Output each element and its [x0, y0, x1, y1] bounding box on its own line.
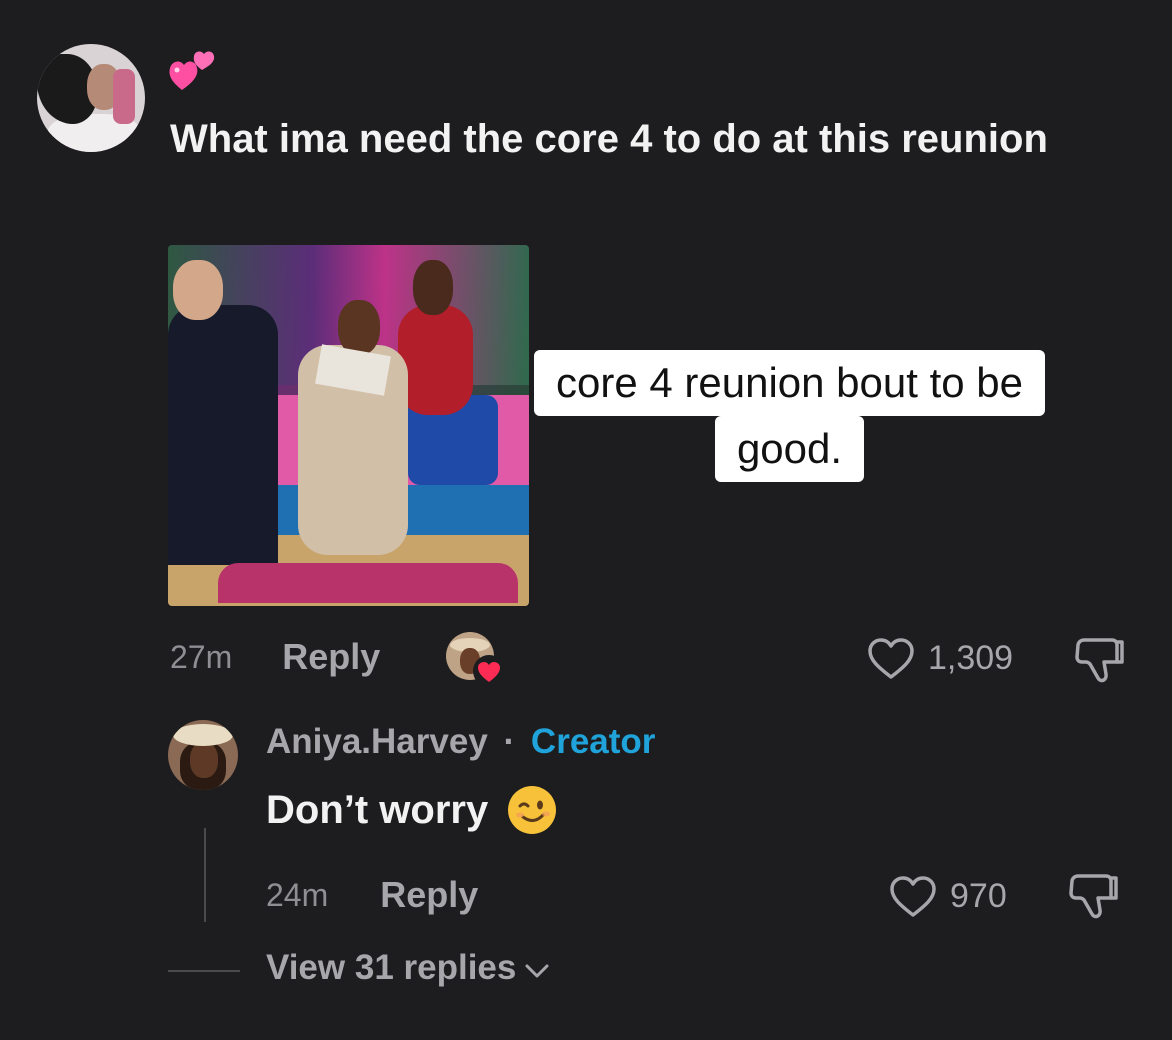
- view-replies-label: View 31 replies: [266, 948, 517, 987]
- reply-username[interactable]: Aniya.Harvey: [266, 722, 488, 761]
- creator-badge: Creator: [530, 722, 656, 761]
- heart-outline-icon: [868, 638, 914, 679]
- reply-to-reply-button[interactable]: Reply: [380, 874, 478, 916]
- reply-dislike-icon[interactable]: [1068, 872, 1120, 922]
- heart-icon: [473, 655, 505, 687]
- gif-caption: core 4 reunion bout to be good.: [495, 350, 1084, 482]
- comment-text: What ima need the core 4 to do at this r…: [170, 117, 1048, 161]
- winking-face-emoji-icon: [508, 786, 557, 834]
- caption-line-2: good.: [714, 416, 865, 482]
- liked-by-creator-badge: [446, 632, 505, 687]
- reply-author: Aniya.Harvey · Creator: [266, 722, 655, 762]
- heart-outline-icon: [890, 876, 936, 917]
- reply-text: Don’t worry: [266, 787, 489, 832]
- reply-meta: 24m Reply: [266, 874, 478, 916]
- thread-line: [204, 828, 206, 922]
- dislike-icon[interactable]: [1074, 636, 1126, 686]
- like-count: 1,309: [928, 638, 1014, 677]
- comment-gif-image[interactable]: [168, 245, 529, 606]
- view-replies-divider: [168, 970, 240, 972]
- comment-thread: What ima need the core 4 to do at this r…: [0, 0, 1172, 1040]
- separator-dot: ·: [503, 722, 516, 761]
- like-button[interactable]: 1,309: [866, 636, 1013, 680]
- comment-meta: 27m Reply: [170, 636, 380, 678]
- two-hearts-emoji-icon: [169, 51, 215, 90]
- reply-button[interactable]: Reply: [282, 636, 380, 678]
- reply-like-count: 970: [950, 876, 1007, 915]
- reply-like-button[interactable]: 970: [888, 874, 1007, 918]
- reply-text-row: Don’t worry: [266, 784, 558, 836]
- caption-line-1: core 4 reunion bout to be: [533, 350, 1045, 416]
- reply-time: 24m: [266, 876, 329, 913]
- comment-time: 27m: [170, 638, 233, 675]
- view-replies-button[interactable]: View 31 replies: [266, 948, 550, 988]
- commenter-avatar[interactable]: [37, 44, 145, 152]
- chevron-down-icon: [525, 964, 549, 978]
- creator-avatar[interactable]: [168, 720, 238, 790]
